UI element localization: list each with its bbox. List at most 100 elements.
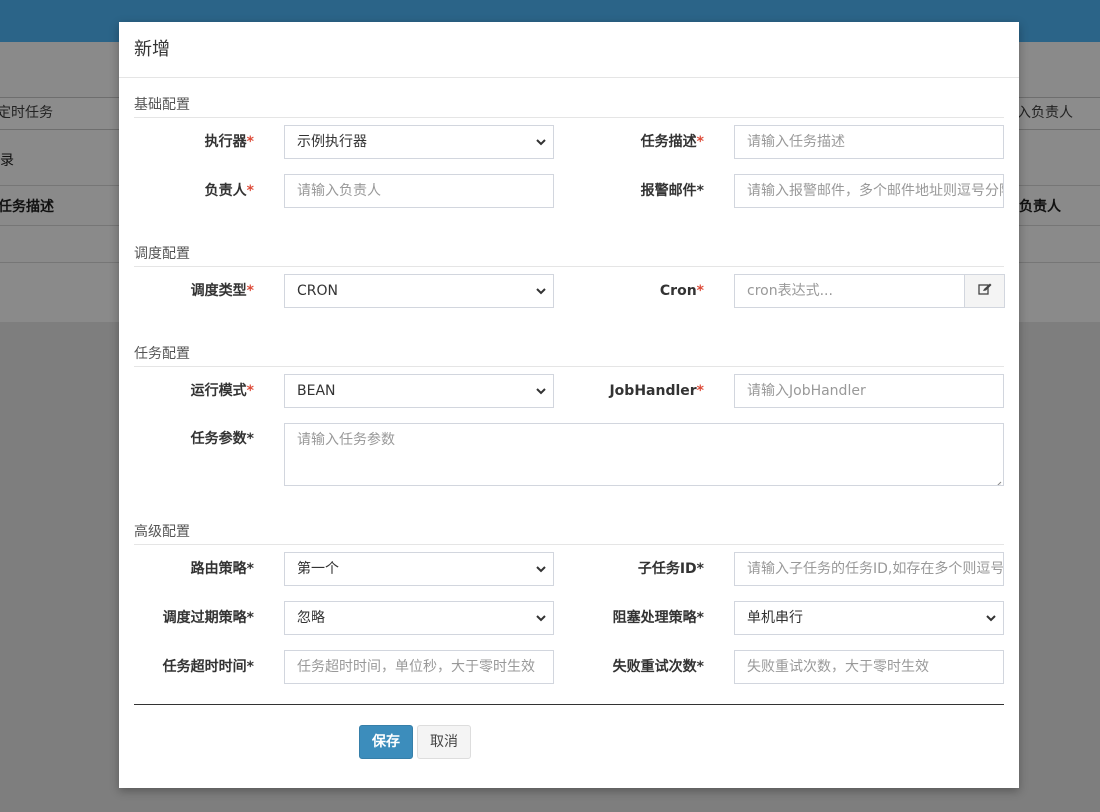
alarm-email-placeholder: 请输入报警邮件，多个邮件地址则逗号分隔 xyxy=(747,183,1004,199)
required-mark: * xyxy=(246,183,254,199)
cron-placeholder: cron表达式... xyxy=(747,283,833,299)
section-schedule-config: 调度配置 xyxy=(134,243,1004,267)
bg-job-desc-filter: 定时任务 xyxy=(0,97,126,130)
alarm-email-label-text: 报警邮件 xyxy=(640,183,697,199)
child-job-id-input[interactable]: 请输入子任务的任务ID,如存在多个则逗号分隔 xyxy=(734,552,1004,586)
required-mark: * xyxy=(246,561,254,577)
edit-icon xyxy=(977,283,992,300)
resize-grip-icon[interactable] xyxy=(993,475,1002,485)
block-strategy-select[interactable]: 单机串行 xyxy=(734,601,1004,635)
bg-author-filter: 入负责人 xyxy=(1010,97,1100,130)
chevron-down-icon xyxy=(533,602,549,634)
fail-retry-label-text: 失败重试次数 xyxy=(612,659,697,675)
job-handler-label-text: JobHandler xyxy=(609,383,697,399)
bg-row-text: 录 xyxy=(0,153,14,169)
executor-label-text: 执行器 xyxy=(204,134,247,150)
cron-edit-button[interactable] xyxy=(965,274,1005,308)
schedule-type-label-text: 调度类型 xyxy=(190,283,247,299)
author-label-text: 负责人 xyxy=(204,183,247,199)
fail-retry-placeholder: 失败重试次数，大于零时生效 xyxy=(747,659,929,675)
required-mark: * xyxy=(696,561,704,577)
timeout-label-text: 任务超时时间 xyxy=(162,659,247,675)
job-param-textarea[interactable]: 请输入任务参数 xyxy=(284,423,1004,486)
fail-retry-input[interactable]: 失败重试次数，大于零时生效 xyxy=(734,650,1004,684)
executor-select[interactable]: 示例执行器 xyxy=(284,125,554,159)
cron-label: Cron* xyxy=(569,274,704,308)
job-param-label-text: 任务参数 xyxy=(190,431,247,447)
job-desc-label: 任务描述* xyxy=(569,125,704,159)
job-handler-label: JobHandler* xyxy=(569,374,704,408)
glue-type-label-text: 运行模式 xyxy=(190,383,247,399)
chevron-down-icon xyxy=(983,602,999,634)
job-param-placeholder: 请输入任务参数 xyxy=(297,432,395,448)
schedule-type-label: 调度类型* xyxy=(119,274,254,308)
job-desc-label-text: 任务描述 xyxy=(640,134,697,150)
route-strategy-value: 第一个 xyxy=(297,561,339,577)
glue-type-select[interactable]: BEAN xyxy=(284,374,554,408)
route-strategy-label: 路由策略* xyxy=(119,552,254,586)
required-mark: * xyxy=(696,183,704,199)
misfire-strategy-value: 忽略 xyxy=(297,610,325,626)
chevron-down-icon xyxy=(533,126,549,158)
glue-type-value: BEAN xyxy=(297,383,336,399)
form-divider xyxy=(134,704,1004,705)
required-mark: * xyxy=(696,659,704,675)
schedule-type-value: CRON xyxy=(297,283,338,299)
bg-author-filter-placeholder: 入负责人 xyxy=(1017,105,1073,121)
section-task-config: 任务配置 xyxy=(134,343,1004,367)
timeout-label: 任务超时时间* xyxy=(119,650,254,684)
bg-col-author: 负责人 xyxy=(1019,199,1061,215)
job-handler-placeholder: 请输入JobHandler xyxy=(747,383,866,399)
required-mark: * xyxy=(696,283,704,299)
alarm-email-input[interactable]: 请输入报警邮件，多个邮件地址则逗号分隔 xyxy=(734,174,1004,208)
bg-col-job-desc: 任务描述 xyxy=(0,199,54,215)
cancel-button[interactable]: 取消 xyxy=(417,725,471,759)
misfire-strategy-label-text: 调度过期策略 xyxy=(162,610,247,626)
required-mark: * xyxy=(246,659,254,675)
required-mark: * xyxy=(696,134,704,150)
section-basic-config: 基础配置 xyxy=(134,94,1004,118)
job-param-label: 任务参数* xyxy=(119,422,254,456)
chevron-down-icon xyxy=(533,553,549,585)
required-mark: * xyxy=(246,283,254,299)
section-advanced-config: 高级配置 xyxy=(134,521,1004,545)
chevron-down-icon xyxy=(533,275,549,307)
executor-label: 执行器* xyxy=(119,125,254,159)
required-mark: * xyxy=(246,431,254,447)
author-input[interactable]: 请输入负责人 xyxy=(284,174,554,208)
modal-header: 新增 xyxy=(119,22,1019,78)
required-mark: * xyxy=(246,610,254,626)
required-mark: * xyxy=(246,134,254,150)
chevron-down-icon xyxy=(533,375,549,407)
block-strategy-label-text: 阻塞处理策略 xyxy=(612,610,697,626)
child-job-id-placeholder: 请输入子任务的任务ID,如存在多个则逗号分隔 xyxy=(747,561,1004,577)
save-button[interactable]: 保存 xyxy=(359,725,413,759)
author-label: 负责人* xyxy=(119,174,254,208)
block-strategy-value: 单机串行 xyxy=(747,610,803,626)
job-desc-input[interactable]: 请输入任务描述 xyxy=(734,125,1004,159)
bg-job-desc-filter-text: 定时任务 xyxy=(0,105,53,121)
cron-input[interactable]: cron表达式... xyxy=(734,274,965,308)
fail-retry-label: 失败重试次数* xyxy=(569,650,704,684)
alarm-email-label: 报警邮件* xyxy=(569,174,704,208)
required-mark: * xyxy=(696,383,704,399)
add-job-modal: 新增 基础配置 调度配置 任务配置 高级配置 执行器* 示例执行器 任务描述* … xyxy=(119,22,1019,788)
misfire-strategy-select[interactable]: 忽略 xyxy=(284,601,554,635)
misfire-strategy-label: 调度过期策略* xyxy=(119,601,254,635)
modal-title: 新增 xyxy=(134,39,170,60)
timeout-input[interactable]: 任务超时时间，单位秒，大于零时生效 xyxy=(284,650,554,684)
job-handler-input[interactable]: 请输入JobHandler xyxy=(734,374,1004,408)
child-job-id-label: 子任务ID* xyxy=(569,552,704,586)
child-job-id-label-text: 子任务ID xyxy=(637,561,697,577)
required-mark: * xyxy=(246,383,254,399)
route-strategy-select[interactable]: 第一个 xyxy=(284,552,554,586)
executor-select-value: 示例执行器 xyxy=(297,134,367,150)
author-placeholder: 请输入负责人 xyxy=(297,183,381,199)
block-strategy-label: 阻塞处理策略* xyxy=(569,601,704,635)
required-mark: * xyxy=(696,610,704,626)
timeout-placeholder: 任务超时时间，单位秒，大于零时生效 xyxy=(297,659,535,675)
job-desc-placeholder: 请输入任务描述 xyxy=(747,134,845,150)
route-strategy-label-text: 路由策略 xyxy=(190,561,247,577)
glue-type-label: 运行模式* xyxy=(119,374,254,408)
schedule-type-select[interactable]: CRON xyxy=(284,274,554,308)
